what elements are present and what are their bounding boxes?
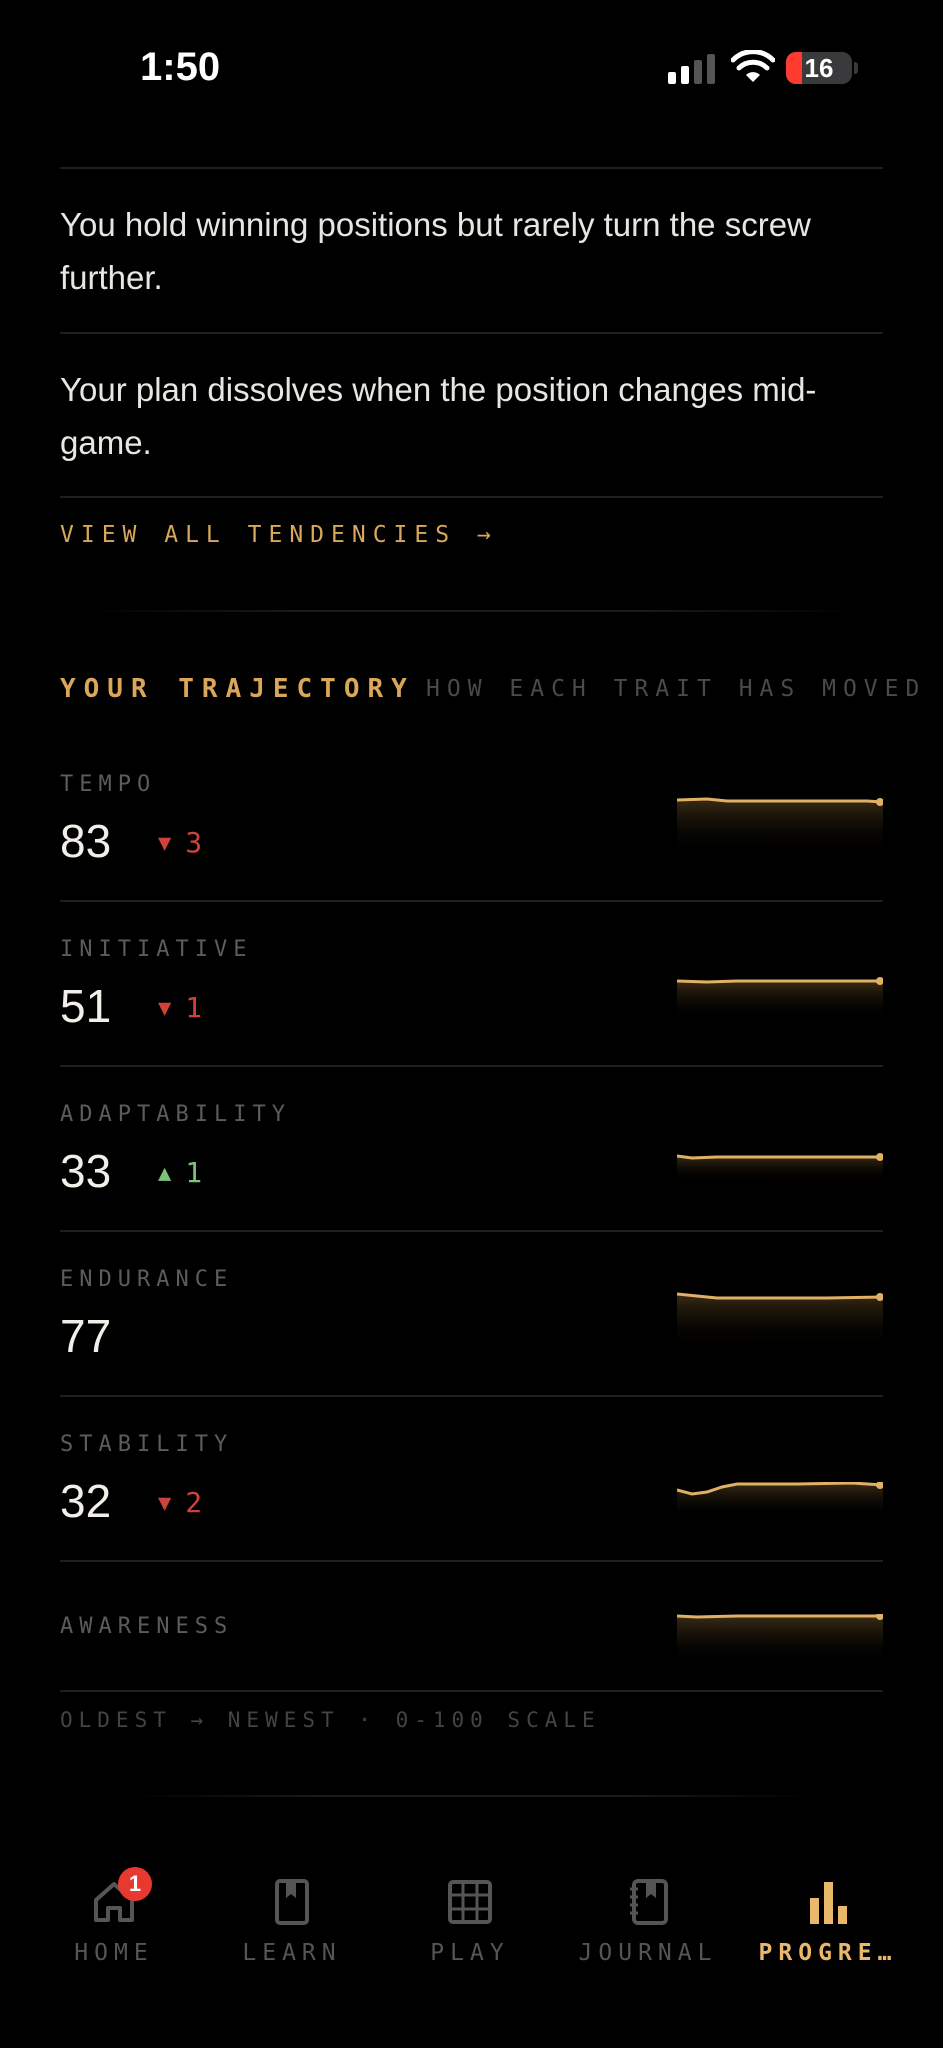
battery-icon: 16 — [786, 52, 852, 84]
trajectory-footnote: OLDEST → NEWEST · 0-100 SCALE — [60, 1708, 601, 1732]
divider — [60, 1690, 883, 1692]
trait-value: 51 — [60, 980, 112, 1032]
wifi-icon — [731, 50, 775, 82]
trait-delta-value: 1 — [185, 1156, 203, 1189]
trait-label: INITIATIVE — [60, 937, 253, 962]
nav-label: HOME — [74, 1940, 154, 1966]
trait-row-initiative[interactable]: INITIATIVE 51 ▼ 1 — [60, 937, 883, 1102]
trajectory-subtitle: HOW EACH TRAIT HAS MOVED — [426, 676, 927, 702]
trait-label: TEMPO — [60, 772, 157, 797]
divider — [60, 1560, 883, 1562]
trait-delta: ▼ 3 — [158, 826, 202, 859]
trait-value: 32 — [60, 1475, 112, 1527]
trait-value: 83 — [60, 815, 112, 867]
trait-sparkline — [677, 1482, 883, 1518]
divider — [60, 332, 883, 334]
battery-nub — [854, 62, 858, 74]
cellular-signal-icon — [668, 54, 718, 84]
divider — [60, 1065, 883, 1067]
down-arrow-icon: ▼ — [158, 996, 172, 1021]
trait-delta: ▼ 2 — [158, 1486, 202, 1519]
nav-label: LEARN — [242, 1940, 342, 1966]
battery-level: 16 — [804, 53, 834, 83]
trait-sparkline — [677, 977, 883, 1020]
trajectory-title: YOUR TRAJECTORY — [60, 674, 415, 704]
trait-sparkline — [677, 797, 883, 854]
trait-label: STABILITY — [60, 1432, 234, 1457]
nav-play[interactable]: PLAY — [390, 1878, 550, 1966]
nav-progress[interactable]: PROGRE… — [748, 1878, 908, 1966]
trait-delta-value: 3 — [185, 826, 203, 859]
down-arrow-icon: ▼ — [158, 831, 172, 856]
trait-row-endurance[interactable]: ENDURANCE 77 — [60, 1267, 883, 1432]
trait-sparkline — [677, 1614, 883, 1664]
trait-value: 77 — [60, 1310, 112, 1362]
trait-row-stability[interactable]: STABILITY 32 ▼ 2 — [60, 1432, 883, 1597]
divider — [60, 1395, 883, 1397]
status-time: 1:50 — [140, 45, 221, 89]
nav-label: JOURNAL — [578, 1940, 718, 1966]
nav-label: PROGRE… — [758, 1940, 898, 1966]
trait-label: ENDURANCE — [60, 1267, 234, 1292]
view-all-tendencies-link[interactable]: VIEW ALL TENDENCIES → — [60, 522, 498, 548]
bar-chart-icon — [810, 1882, 847, 1924]
nav-label: PLAY — [430, 1940, 510, 1966]
trait-sparkline — [677, 1153, 883, 1182]
divider — [60, 900, 883, 902]
board-icon — [448, 1880, 492, 1924]
nav-journal[interactable]: JOURNAL — [568, 1878, 728, 1966]
trait-row-adaptability[interactable]: ADAPTABILITY 33 ▲ 1 — [60, 1102, 883, 1267]
trait-sparkline — [677, 1292, 883, 1349]
section-separator — [80, 610, 863, 612]
trait-row-tempo[interactable]: TEMPO 83 ▼ 3 — [60, 772, 883, 937]
trait-label: AWARENESS — [60, 1614, 234, 1639]
divider — [60, 167, 883, 169]
trait-delta-value: 2 — [185, 1486, 203, 1519]
section-separator — [130, 1795, 813, 1797]
nav-learn[interactable]: LEARN — [212, 1878, 372, 1966]
book-icon — [275, 1879, 309, 1925]
notification-badge: 1 — [118, 1867, 152, 1901]
nav-home[interactable]: HOME — [34, 1878, 194, 1966]
divider — [60, 496, 883, 498]
down-arrow-icon: ▼ — [158, 1491, 172, 1516]
trait-row-awareness[interactable]: AWARENESS — [60, 1614, 883, 1694]
trait-label: ADAPTABILITY — [60, 1102, 291, 1127]
trait-delta: ▼ 1 — [158, 991, 202, 1024]
tendency-item: Your plan dissolves when the position ch… — [60, 371, 817, 461]
trait-delta: ▲ 1 — [158, 1156, 202, 1189]
up-arrow-icon: ▲ — [158, 1161, 172, 1186]
trait-value: 33 — [60, 1145, 112, 1197]
journal-icon — [630, 1879, 668, 1925]
tendency-item: You hold winning positions but rarely tu… — [60, 206, 811, 296]
trait-delta-value: 1 — [185, 991, 203, 1024]
divider — [60, 1230, 883, 1232]
